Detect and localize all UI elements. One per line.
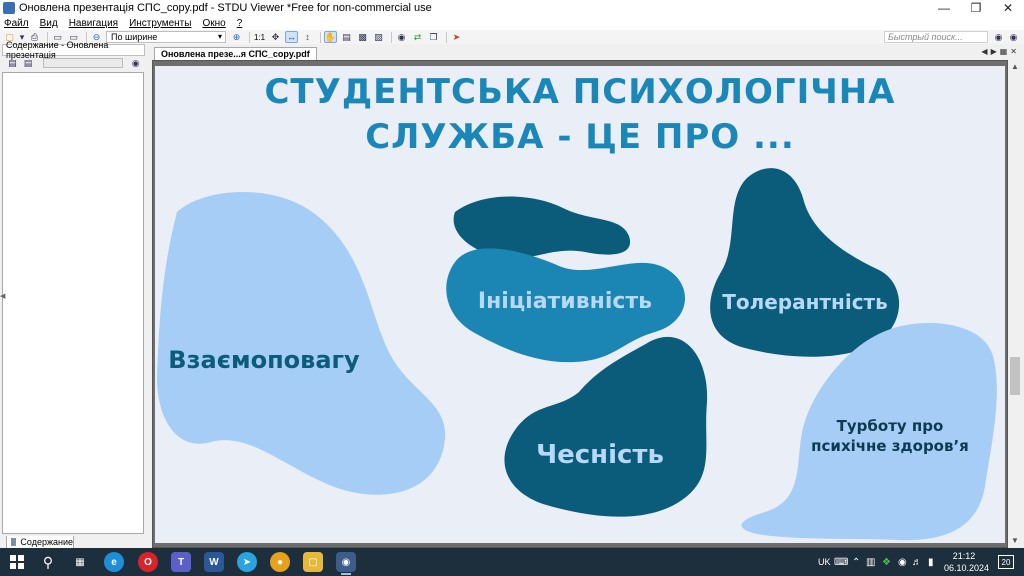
menu-view[interactable]: Вид <box>40 18 58 29</box>
contents-panel-header: Содержание - Оновлена презентація <box>2 40 145 60</box>
fit-page-icon[interactable]: ✥ <box>269 31 282 43</box>
panel-collapse-handle[interactable]: ◀ <box>0 292 5 300</box>
window-title: Оновлена презентація СПС_copy.pdf - STDU… <box>19 2 432 14</box>
contents-filter-input[interactable] <box>43 58 124 68</box>
hand-tool-icon[interactable]: ✋ <box>324 31 337 43</box>
label-honesty: Чесність <box>536 440 664 470</box>
sync-icon[interactable]: ⇄ <box>411 31 424 43</box>
telegram-icon[interactable]: ➤ <box>237 552 257 572</box>
collapse-tree-icon[interactable]: ▤ <box>22 57 35 69</box>
fit-width-icon[interactable]: ↔ <box>285 31 298 43</box>
clock[interactable]: 21:12 06.10.2024 <box>944 550 989 574</box>
slide-title: СТУДЕНТСЬКА ПСИХОЛОГІЧНА СЛУЖБА - ЦЕ ПРО… <box>264 72 896 157</box>
edge-icon[interactable]: e <box>104 552 124 572</box>
label-initiative: Ініціативність <box>477 289 653 314</box>
tray-chevron-icon[interactable]: ⌃ <box>852 548 860 576</box>
search-prev-icon[interactable]: ◉ <box>992 31 1005 43</box>
teams-icon[interactable]: T <box>171 552 191 572</box>
tab-document[interactable]: Оновлена презе...я СПС_copy.pdf <box>154 47 317 60</box>
maximize-button[interactable]: ❐ <box>960 0 992 16</box>
snapshot-icon[interactable]: ▩ <box>356 31 369 43</box>
wifi-icon[interactable]: ◉ <box>898 548 907 576</box>
close-button[interactable]: ✕ <box>992 0 1024 16</box>
contents-panel: Содержание - Оновлена презентація ▤ ▤ ◉ … <box>2 40 145 550</box>
toolbar: ▢ ▾ ⎙ ▭ ▭ ⊖ По ширине ▾ ⊕ 1:1 ✥ ↔ ↕ ✋ ▤ … <box>0 30 1024 44</box>
windows-taskbar: ⚲ ▦ e O T W ➤ ● ▢ ◉ UK ⌨ ⌃ ▥ ❖ ◉ ♬ ▮ 21:… <box>0 548 1024 576</box>
copy-icon[interactable]: ❐ <box>427 31 440 43</box>
network-icon[interactable]: ▥ <box>866 548 875 576</box>
contents-search-icon[interactable]: ◉ <box>129 57 142 69</box>
volume-icon[interactable]: ♬ <box>912 548 922 576</box>
stdu-viewer-taskbar-icon[interactable]: ◉ <box>336 552 356 572</box>
contents-tree[interactable] <box>2 72 144 534</box>
menu-navigation[interactable]: Навигация <box>69 18 118 29</box>
word-icon[interactable]: W <box>204 552 224 572</box>
chrome-icon[interactable]: ● <box>270 552 290 572</box>
windows-start-icon[interactable] <box>10 555 24 569</box>
blob-honesty <box>504 336 708 517</box>
menu-tools[interactable]: Инструменты <box>129 18 191 29</box>
scrollbar-thumb[interactable] <box>1010 357 1020 395</box>
battery-icon[interactable]: ▮ <box>928 548 934 576</box>
menu-help[interactable]: ? <box>237 18 243 29</box>
blob-tolerance <box>710 168 900 357</box>
contents-tab-icon <box>11 538 17 546</box>
text-select-icon[interactable]: ▤ <box>340 31 353 43</box>
quick-search-input[interactable]: Быстрый поиск... <box>884 31 988 43</box>
label-care: Турботу про психічне здоров’я <box>811 417 969 455</box>
title-bar: Оновлена презентація СПС_copy.pdf - STDU… <box>0 0 1024 16</box>
pdf-page: СТУДЕНТСЬКА ПСИХОЛОГІЧНА СЛУЖБА - ЦЕ ПРО… <box>155 66 1005 543</box>
menu-bar: Файл Вид Навигация Инструменты Окно ? <box>0 16 1024 30</box>
image-select-icon[interactable]: ▨ <box>372 31 385 43</box>
minimize-button[interactable]: — <box>928 0 960 16</box>
find-icon[interactable]: ◉ <box>395 31 408 43</box>
tab-navigation-icon[interactable]: ◀▶▦✕ <box>981 47 1020 56</box>
label-tolerance: Толерантність <box>722 290 888 314</box>
bookmark-icon[interactable]: ➤ <box>450 31 463 43</box>
file-explorer-icon[interactable]: ▢ <box>303 552 323 572</box>
menu-window[interactable]: Окно <box>202 18 225 29</box>
blob-respect <box>157 191 446 495</box>
language-indicator[interactable]: UK <box>818 548 831 576</box>
document-tab-strip: Оновлена презе...я СПС_copy.pdf ◀▶▦✕ <box>148 46 1024 60</box>
nvidia-icon[interactable]: ❖ <box>882 548 891 576</box>
stdu-viewer-icon <box>3 2 15 14</box>
fit-height-icon[interactable]: ↕ <box>301 31 314 43</box>
scroll-down-icon[interactable]: ▼ <box>1011 536 1019 545</box>
actual-size-button[interactable]: 1:1 <box>253 31 266 43</box>
scroll-up-icon[interactable]: ▲ <box>1011 62 1019 71</box>
label-respect: Взаємоповагу <box>168 346 360 374</box>
opera-icon[interactable]: O <box>138 552 158 572</box>
menu-file[interactable]: Файл <box>4 18 29 29</box>
chevron-down-icon: ▾ <box>217 32 222 41</box>
vertical-scrollbar[interactable]: ▲ ▼ <box>1008 60 1022 548</box>
notification-center-button[interactable]: 20 <box>998 555 1014 569</box>
search-icon[interactable]: ⚲ <box>38 552 58 572</box>
keyboard-icon[interactable]: ⌨ <box>834 548 848 576</box>
zoom-in-icon[interactable]: ⊕ <box>230 31 243 43</box>
expand-tree-icon[interactable]: ▤ <box>6 57 19 69</box>
task-view-icon[interactable]: ▦ <box>70 552 90 572</box>
search-next-icon[interactable]: ◉ <box>1007 31 1020 43</box>
